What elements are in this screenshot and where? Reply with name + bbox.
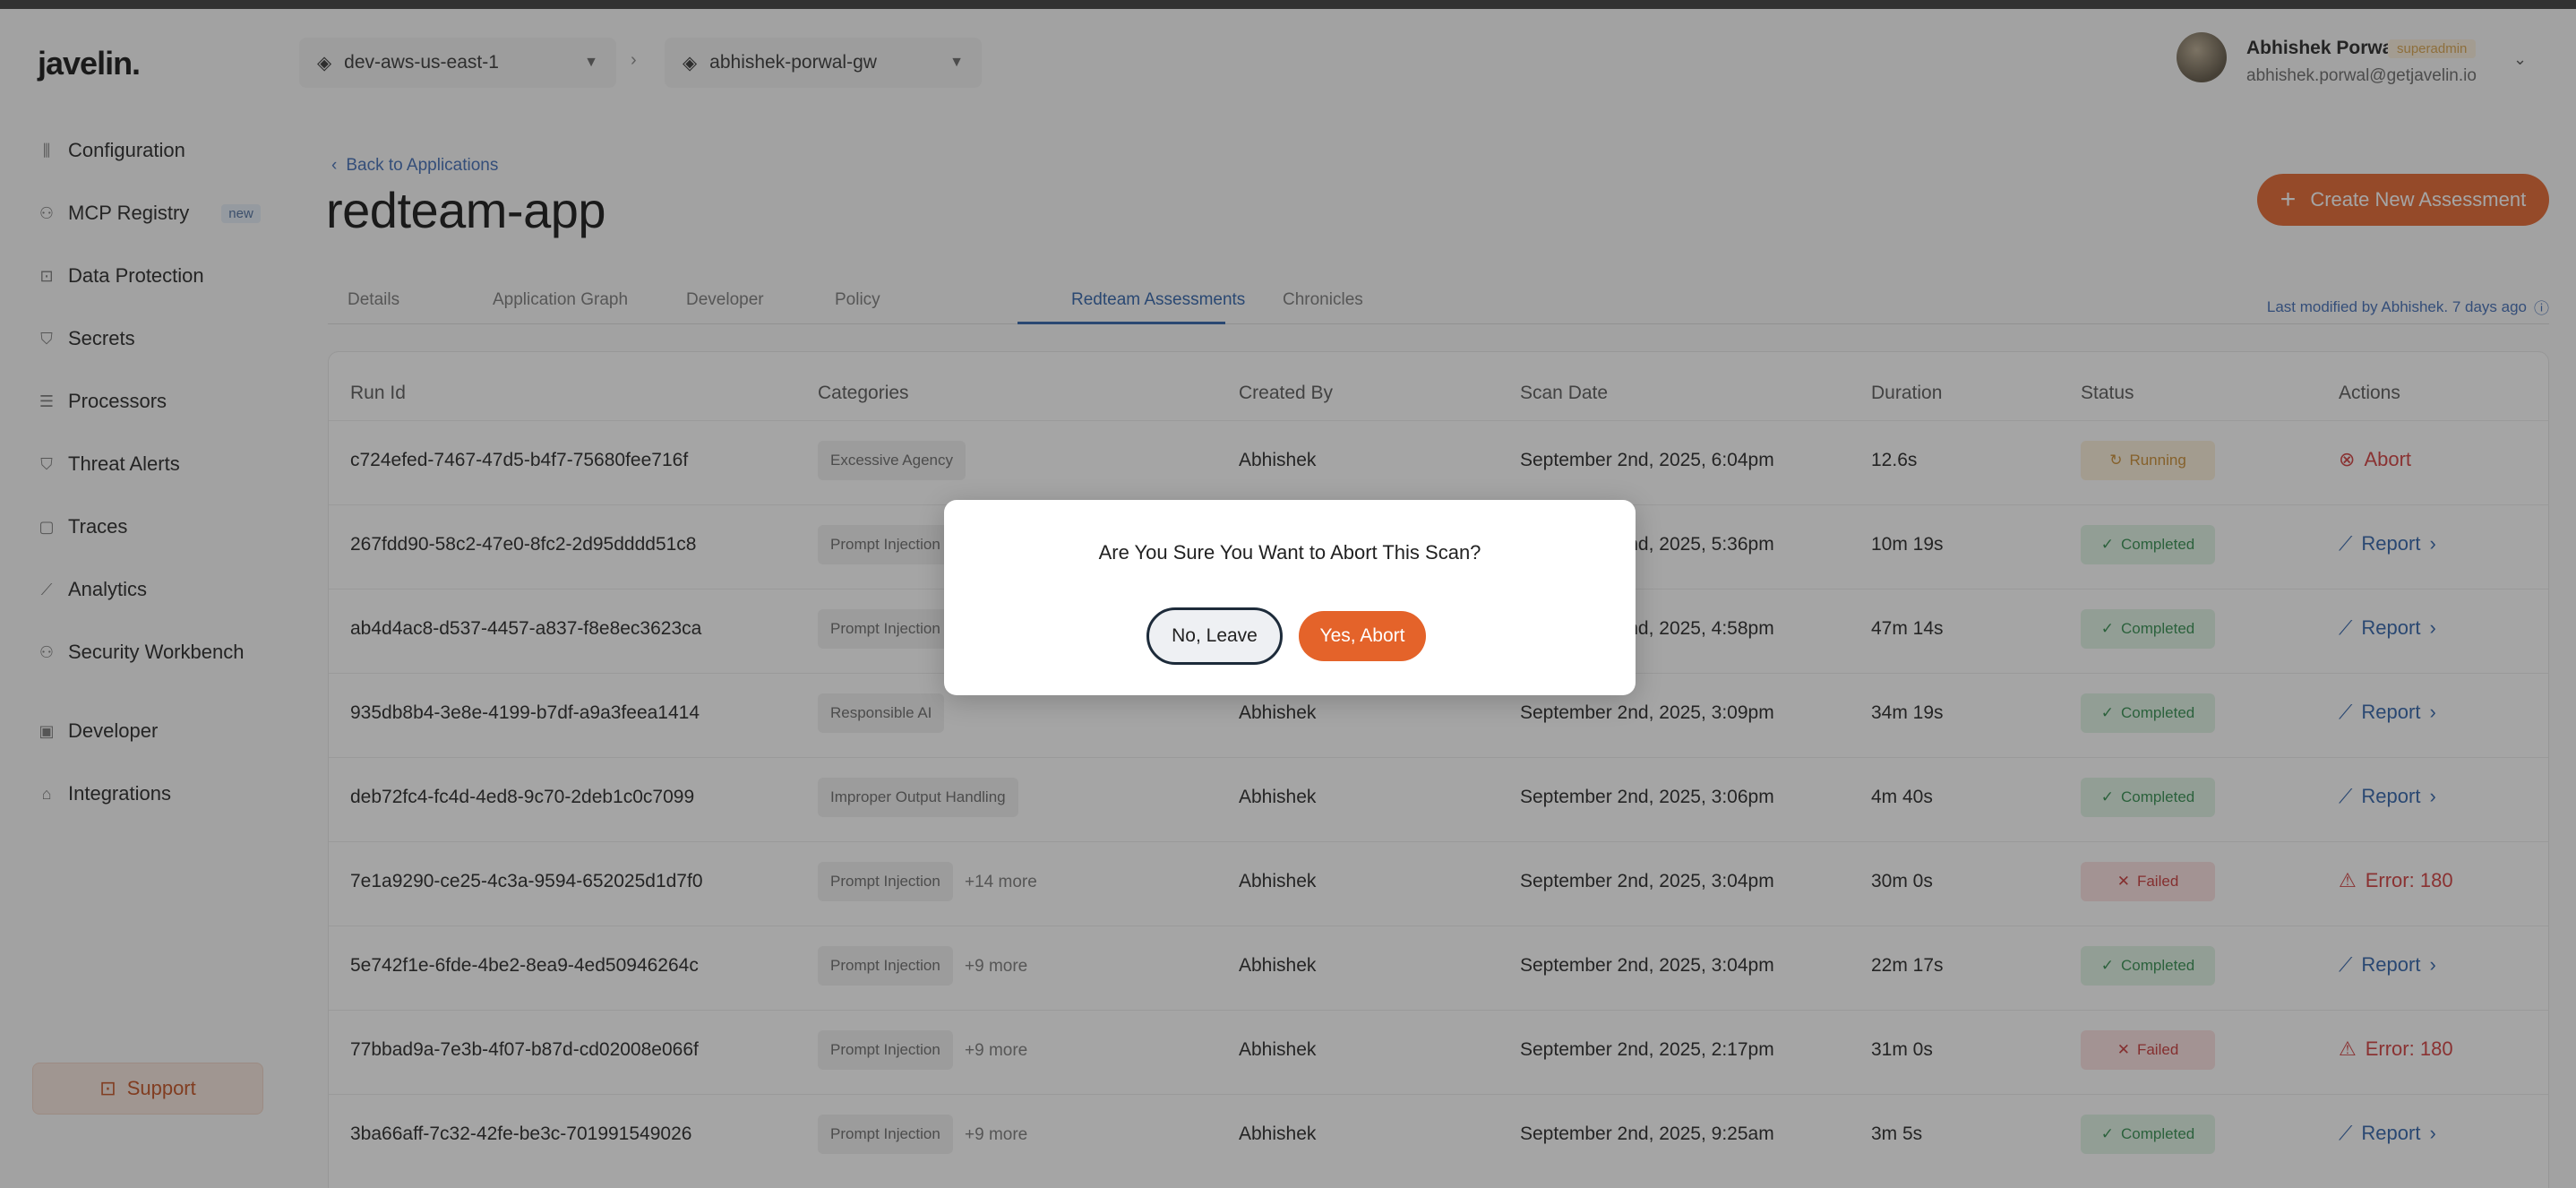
no-leave-button[interactable]: No, Leave (1146, 607, 1283, 665)
abort-confirm-dialog: Are You Sure You Want to Abort This Scan… (944, 500, 1636, 695)
dialog-title: Are You Sure You Want to Abort This Scan… (1098, 541, 1481, 564)
yes-abort-button[interactable]: Yes, Abort (1299, 611, 1426, 661)
